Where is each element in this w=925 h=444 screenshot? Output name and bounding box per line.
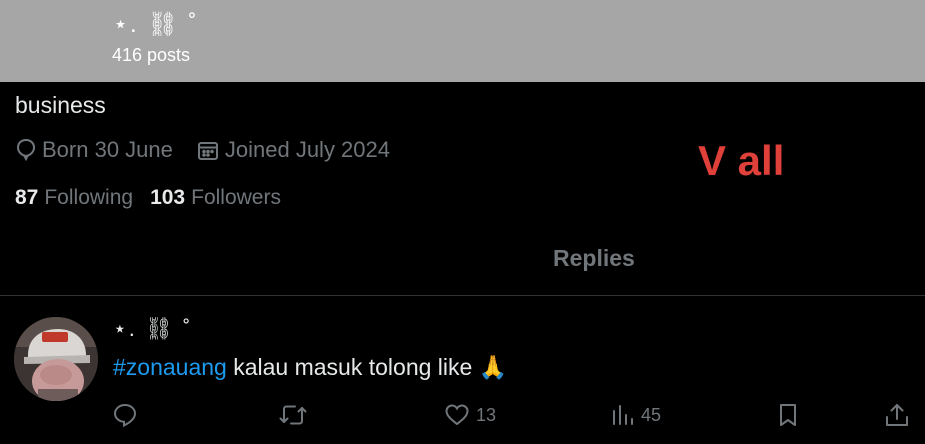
avatar-image	[14, 317, 98, 401]
repost-icon	[279, 405, 307, 425]
following-count: 87	[15, 186, 39, 209]
header-display-name: ⋆. ⛓ ˚	[113, 11, 199, 38]
following-link[interactable]: 87 Following	[15, 186, 133, 210]
header-posts-count: 416 posts	[112, 45, 191, 65]
views-count: 45	[641, 404, 662, 425]
balloon-icon	[16, 138, 36, 162]
share-icon	[886, 404, 908, 426]
reply-button[interactable]	[112, 400, 138, 430]
tab-replies[interactable]: Replies	[553, 245, 635, 272]
followers-label: Followers	[191, 186, 281, 209]
tweet-author-name[interactable]: ⋆. ⛓ ˚	[113, 316, 192, 342]
profile-header: ⋆. ⛓ ˚ 416 posts	[0, 0, 925, 82]
tabs-divider	[0, 295, 925, 296]
following-label: Following	[44, 186, 134, 209]
followers-count: 103	[150, 186, 186, 209]
bookmark-icon	[780, 404, 796, 426]
heart-icon	[445, 404, 469, 426]
reply-icon	[113, 403, 137, 428]
like-count: 13	[476, 404, 497, 425]
profile-meta: Born 30 June Joined July 2024	[16, 136, 414, 164]
birthday-text: Born 30 June	[42, 137, 173, 162]
followers-link[interactable]: 103 Followers	[150, 186, 281, 210]
tweet-hashtag[interactable]: #zonauang	[113, 354, 227, 380]
pray-emoji: 🙏	[478, 354, 508, 380]
joined-text: Joined July 2024	[224, 137, 390, 162]
tweet-text: #zonauang kalau masuk tolong like 🙏	[113, 354, 507, 381]
joined-item: Joined July 2024	[197, 137, 390, 163]
share-button[interactable]	[884, 400, 910, 430]
profile-stats: 87 Following 103 Followers	[15, 184, 298, 212]
profile-bio: business	[15, 92, 106, 118]
birthday-item: Born 30 June	[16, 137, 173, 163]
views-icon	[613, 405, 633, 425]
views-button[interactable]: 45	[611, 400, 661, 430]
calendar-icon	[197, 142, 218, 160]
like-button[interactable]: 13	[444, 400, 496, 430]
bookmark-button[interactable]	[777, 400, 799, 430]
overlay-annotation: V all	[698, 137, 785, 184]
repost-button[interactable]	[278, 400, 308, 430]
tweet-body: kalau masuk tolong like	[226, 354, 479, 380]
profile-page: ⋆. ⛓ ˚ 416 posts business Born 30 June J…	[0, 0, 925, 444]
avatar[interactable]	[14, 317, 98, 401]
